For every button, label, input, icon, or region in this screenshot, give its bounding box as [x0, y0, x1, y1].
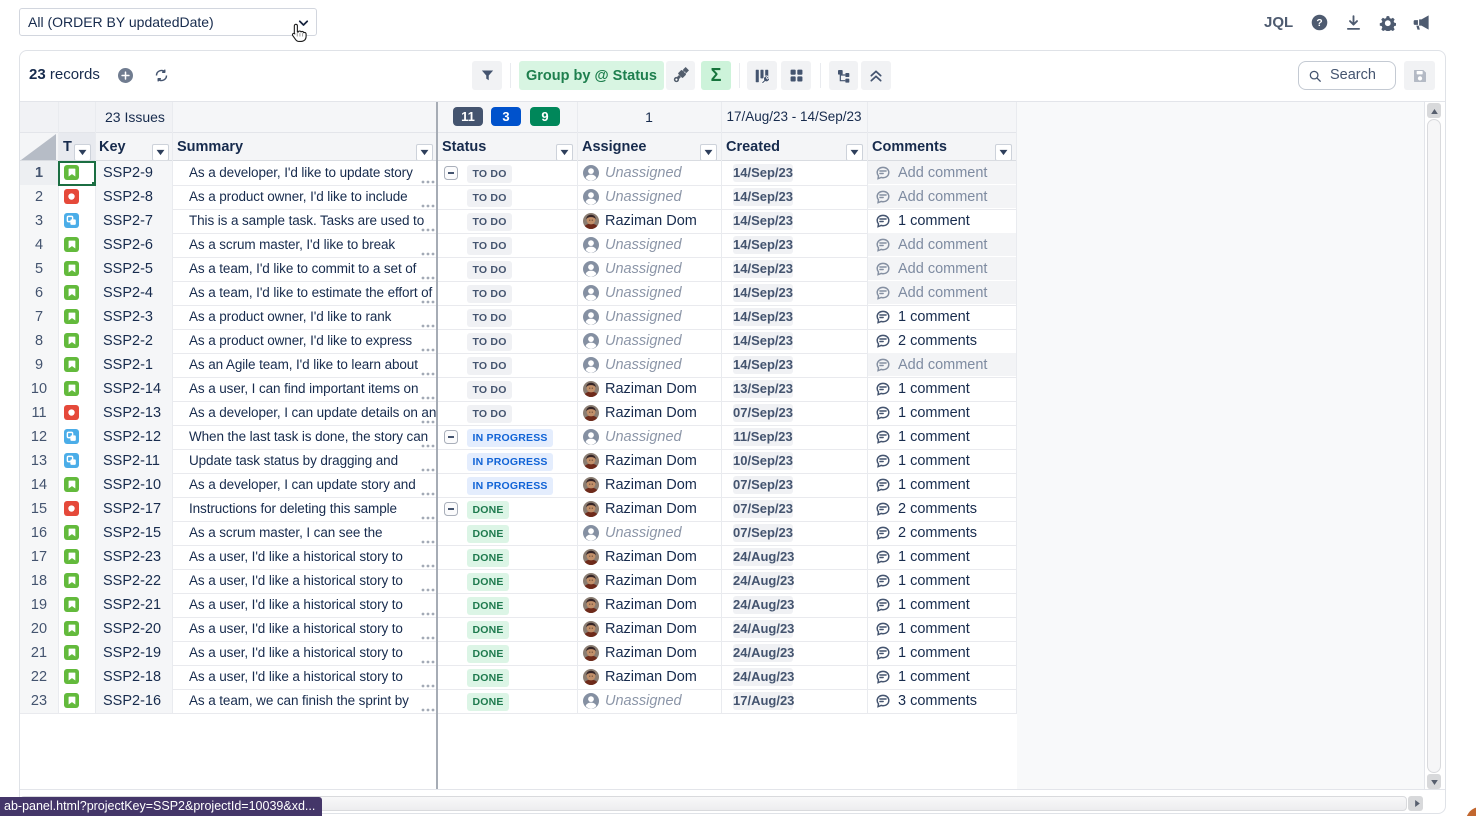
svg-text:?: ? [1316, 18, 1322, 29]
